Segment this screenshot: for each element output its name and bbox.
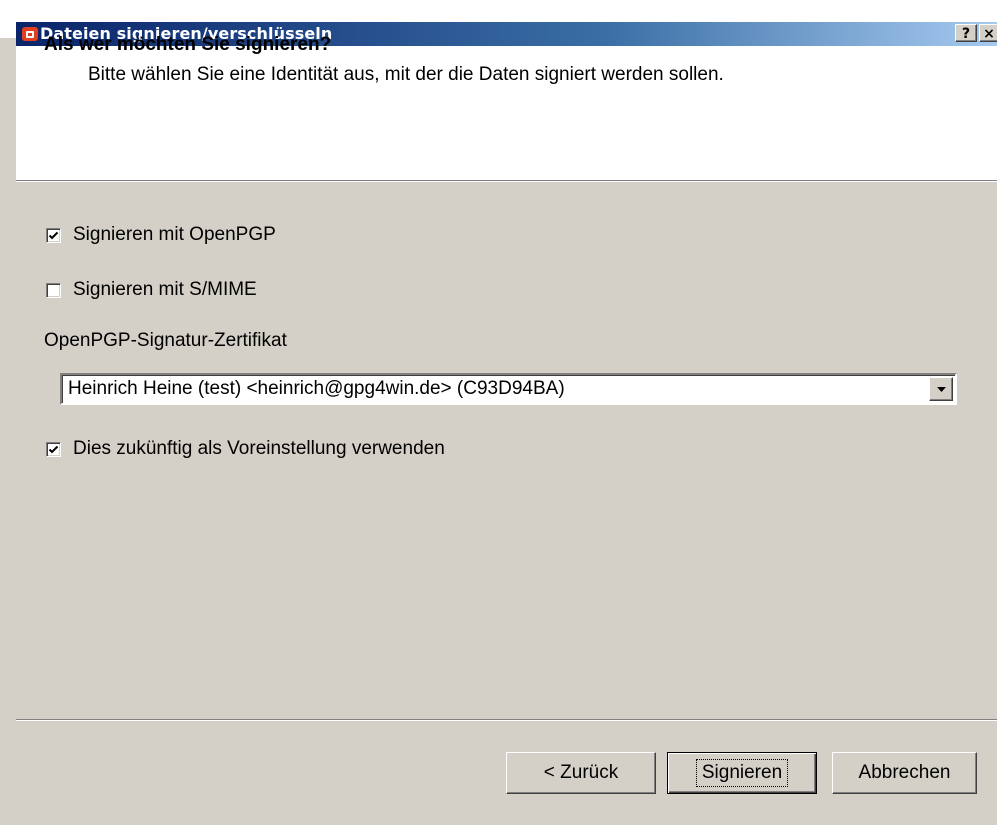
dialog-window: Dateien signieren/verschlüsseln ? × Als … — [0, 0, 997, 825]
sign-button-label: Signieren — [695, 759, 789, 787]
dropdown-button[interactable] — [929, 377, 953, 401]
openpgp-checkbox[interactable] — [46, 227, 61, 243]
smime-label: Signieren mit S/MIME — [73, 279, 257, 300]
remember-checkbox[interactable] — [46, 441, 61, 457]
cancel-button-label: Abbrechen — [858, 762, 951, 783]
back-button[interactable]: < Zurück — [506, 752, 656, 794]
back-button-label: < Zurück — [543, 762, 619, 783]
page-subtitle: Bitte wählen Sie eine Identität aus, mit… — [88, 64, 724, 85]
openpgp-label: Signieren mit OpenPGP — [73, 224, 276, 245]
help-button[interactable]: ? — [955, 24, 977, 42]
cancel-button[interactable]: Abbrechen — [832, 752, 977, 794]
page-title: Als wer möchten Sie signieren? — [44, 34, 332, 55]
smime-option[interactable]: Signieren mit S/MIME — [46, 278, 257, 302]
remember-label: Dies zukünftig als Voreinstellung verwen… — [73, 438, 445, 459]
openpgp-option[interactable]: Signieren mit OpenPGP — [46, 223, 276, 247]
certificate-combobox[interactable]: Heinrich Heine (test) <heinrich@gpg4win.… — [60, 373, 957, 405]
certificate-label: OpenPGP-Signatur-Zertifikat — [44, 330, 287, 351]
certificate-value: Heinrich Heine (test) <heinrich@gpg4win.… — [68, 378, 565, 399]
remember-option[interactable]: Dies zukünftig als Voreinstellung verwen… — [46, 437, 445, 461]
smime-checkbox[interactable] — [46, 282, 61, 298]
chevron-down-icon — [937, 387, 946, 392]
app-icon — [22, 26, 38, 42]
close-button[interactable]: × — [979, 24, 997, 42]
sign-button[interactable]: Signieren — [667, 752, 817, 794]
